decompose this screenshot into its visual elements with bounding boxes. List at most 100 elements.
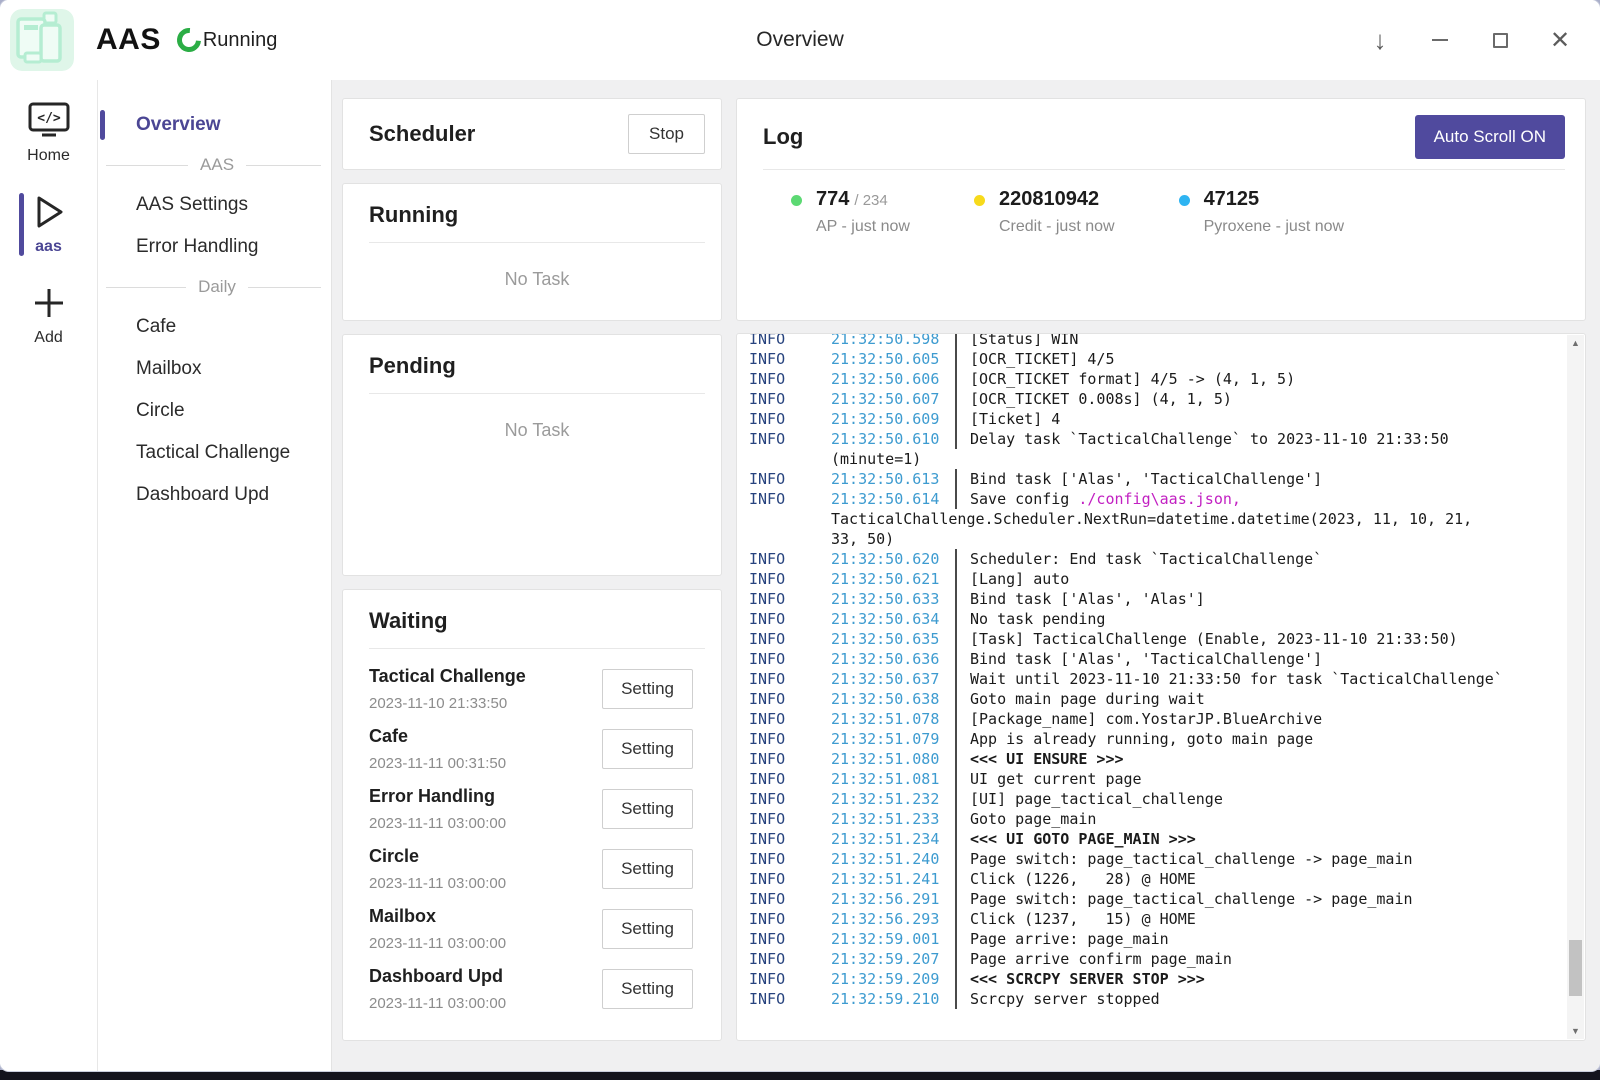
log-text-segment: Bind task ['Alas', 'Alas'] <box>970 590 1205 608</box>
sidebar-item-mailbox[interactable]: Mailbox <box>98 348 331 390</box>
log-row: INFO21:32:51.078[Package_name] com.Yosta… <box>749 709 1561 729</box>
log-level: INFO <box>749 869 831 889</box>
log-message: [Ticket] 4 <box>955 409 1561 429</box>
waiting-task-info: Dashboard Upd2023-11-11 03:00:00 <box>369 966 506 1012</box>
waiting-title: Waiting <box>369 608 705 634</box>
close-button[interactable]: ✕ <box>1548 28 1572 52</box>
log-text-segment: Goto main page during wait <box>970 690 1205 708</box>
log-card: Log Auto Scroll ON 774/ 234AP - just now… <box>736 98 1586 321</box>
log-level: INFO <box>749 669 831 689</box>
log-timestamp: 21:32:51.241 <box>831 869 955 889</box>
log-timestamp: 21:32:50.636 <box>831 649 955 669</box>
log-timestamp: 21:32:51.240 <box>831 849 955 869</box>
log-message: Page switch: page_tactical_challenge -> … <box>955 889 1561 909</box>
rail-item-home[interactable]: </>Home <box>0 100 97 165</box>
active-indicator <box>100 110 105 140</box>
log-text-segment: [Lang] auto <box>970 570 1069 588</box>
log-message: Wait until 2023-11-10 21:33:50 for task … <box>955 669 1561 689</box>
sidebar-item-overview[interactable]: Overview <box>98 104 331 146</box>
waiting-task-name: Circle <box>369 846 506 867</box>
log-text-segment: App is already running, goto main page <box>970 730 1313 748</box>
log-text-segment: <<< UI ENSURE >>> <box>970 750 1124 768</box>
rail-item-aas[interactable]: aas <box>0 191 97 256</box>
task-setting-button[interactable]: Setting <box>602 729 693 769</box>
log-row: INFO21:32:50.633Bind task ['Alas', 'Alas… <box>749 589 1561 609</box>
log-timestamp: 21:32:50.606 <box>831 369 955 389</box>
scrollbar-thumb[interactable] <box>1569 940 1582 996</box>
minimize-button[interactable] <box>1428 28 1452 52</box>
waiting-task-info: Error Handling2023-11-11 03:00:00 <box>369 786 506 832</box>
log-message: App is already running, goto main page <box>955 729 1561 749</box>
waiting-task-row: Circle 2023-11-11 03:00:00 Setting <box>369 839 705 899</box>
log-title: Log <box>763 124 803 150</box>
log-text-segment: Bind task ['Alas', 'TacticalChallenge'] <box>970 470 1322 488</box>
log-level: INFO <box>749 549 831 569</box>
log-level <box>749 449 831 469</box>
sidebar-item-cafe[interactable]: Cafe <box>98 306 331 348</box>
waiting-card: Waiting Tactical Challenge2023-11-10 21:… <box>342 589 722 1041</box>
auto-scroll-toggle-button[interactable]: Auto Scroll ON <box>1415 115 1565 159</box>
sidebar-item-aas-settings[interactable]: AAS Settings <box>98 184 331 226</box>
log-level: INFO <box>749 469 831 489</box>
log-level: INFO <box>749 609 831 629</box>
log-text-segment: [OCR_TICKET] 4/5 <box>970 350 1115 368</box>
log-timestamp: 21:32:51.234 <box>831 829 955 849</box>
log-text-segment: UI get current page <box>970 770 1142 788</box>
sidebar-item-dashboard-upd[interactable]: Dashboard Upd <box>98 474 331 516</box>
log-level: INFO <box>749 889 831 909</box>
svg-text:</>: </> <box>37 111 61 126</box>
rail-item-add[interactable]: Add <box>0 282 97 347</box>
sidebar-item-tactical-challenge[interactable]: Tactical Challenge <box>98 432 331 474</box>
waiting-task-info: Cafe2023-11-11 00:31:50 <box>369 726 506 772</box>
log-text-segment: [UI] page_tactical_challenge <box>970 790 1223 808</box>
sidebar-item-label: Mailbox <box>136 358 201 380</box>
log-level: INFO <box>749 589 831 609</box>
task-setting-button[interactable]: Setting <box>602 849 693 889</box>
scroll-up-icon[interactable]: ▲ <box>1567 335 1584 351</box>
scroll-down-icon[interactable]: ▼ <box>1567 1023 1584 1039</box>
sidebar-item-error-handling[interactable]: Error Handling <box>98 226 331 268</box>
divider-line <box>106 165 188 166</box>
log-message: Click (1237, 15) @ HOME <box>955 909 1561 929</box>
sidebar-item-circle[interactable]: Circle <box>98 390 331 432</box>
log-row: INFO21:32:56.291Page switch: page_tactic… <box>749 889 1561 909</box>
sidebar-item-label: Tactical Challenge <box>136 442 290 464</box>
divider <box>369 393 705 394</box>
waiting-task-name: Mailbox <box>369 906 506 927</box>
stat-ap: 774/ 234AP - just now <box>791 188 910 236</box>
scheduler-stop-button[interactable]: Stop <box>628 114 705 154</box>
log-level: INFO <box>749 809 831 829</box>
nav-section-label: AAS <box>188 155 246 175</box>
minimize-to-tray-button[interactable]: ↓ <box>1368 28 1392 52</box>
task-setting-button[interactable]: Setting <box>602 909 693 949</box>
task-setting-button[interactable]: Setting <box>602 669 693 709</box>
log-timestamp: 21:32:59.001 <box>831 929 955 949</box>
log-scrollbar[interactable]: ▲ ▼ <box>1567 335 1584 1039</box>
log-message: <<< UI ENSURE >>> <box>955 749 1561 769</box>
running-spinner-icon <box>172 23 206 57</box>
log-timestamp: 21:32:50.621 <box>831 569 955 589</box>
stat-suffix: / 234 <box>854 192 887 209</box>
log-timestamp: 21:32:50.610 <box>831 429 955 449</box>
log-row: INFO21:32:51.081UI get current page <box>749 769 1561 789</box>
log-timestamp: 21:32:51.079 <box>831 729 955 749</box>
log-timestamp: 21:32:50.637 <box>831 669 955 689</box>
log-message: <<< UI GOTO PAGE_MAIN >>> <box>955 829 1561 849</box>
stat-dot-icon <box>974 195 985 206</box>
maximize-button[interactable] <box>1488 28 1512 52</box>
stat-body: 774/ 234AP - just now <box>816 188 910 236</box>
log-message: Goto page_main <box>955 809 1561 829</box>
task-setting-button[interactable]: Setting <box>602 969 693 1009</box>
scheduler-card: Scheduler Stop <box>342 98 722 170</box>
log-level: INFO <box>749 789 831 809</box>
log-row: INFO21:32:50.635[Task] TacticalChallenge… <box>749 629 1561 649</box>
waiting-task-next-run: 2023-11-11 03:00:00 <box>369 875 506 892</box>
waiting-task-info: Mailbox2023-11-11 03:00:00 <box>369 906 506 952</box>
log-message: Bind task ['Alas', 'TacticalChallenge'] <box>955 469 1561 489</box>
nav-section-divider: Daily <box>98 268 331 306</box>
task-setting-button[interactable]: Setting <box>602 789 693 829</box>
log-row-continuation: (minute=1) <box>749 449 1561 469</box>
stat-value: 774/ 234 <box>816 188 910 211</box>
log-level: INFO <box>749 749 831 769</box>
log-message: Goto main page during wait <box>955 689 1561 709</box>
